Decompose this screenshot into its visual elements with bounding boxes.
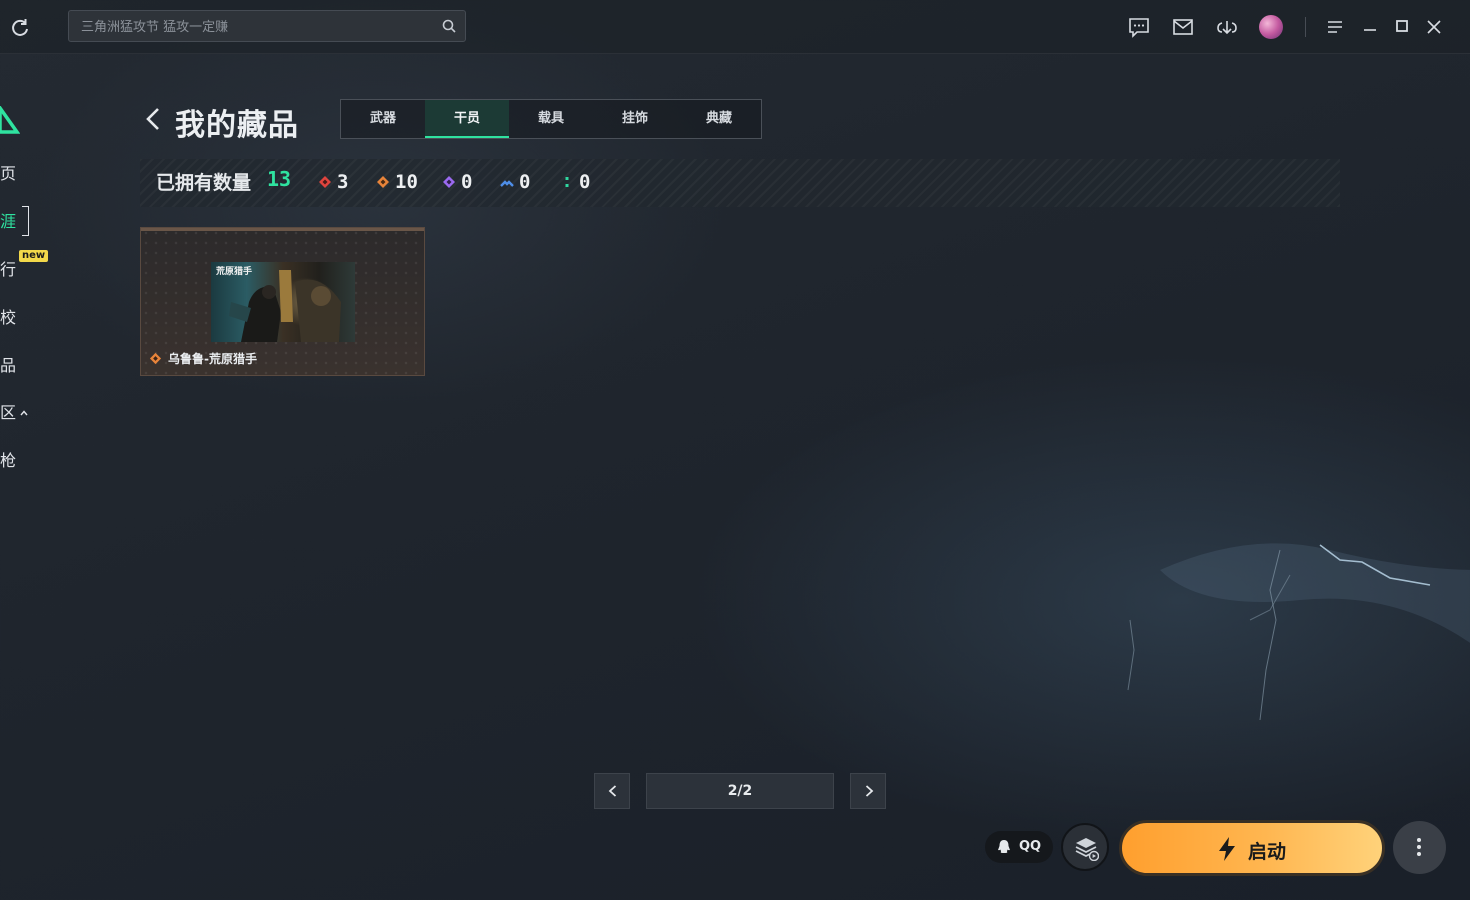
refresh-icon[interactable]	[10, 17, 30, 37]
sidebar-item-zone[interactable]: 区	[0, 403, 16, 423]
layers-icon	[1075, 838, 1099, 861]
download-icon[interactable]	[1216, 16, 1238, 38]
sidebar-item-career[interactable]: 涯	[0, 212, 16, 232]
tab-collectibles[interactable]: 典藏	[677, 100, 761, 138]
game-logo[interactable]	[0, 106, 20, 134]
sidebar-item-action[interactable]: 行	[0, 260, 16, 280]
lightning-icon	[1219, 837, 1235, 861]
tab-charms[interactable]: 挂饰	[593, 100, 677, 138]
lightning-background	[1127, 543, 1470, 721]
qq-label: QQ	[1019, 839, 1042, 854]
maximize-icon[interactable]	[1393, 18, 1411, 36]
tab-weapons[interactable]: 武器	[341, 100, 425, 138]
top-bar	[0, 0, 1470, 54]
new-badge: new	[19, 250, 49, 262]
card-rarity-strip	[141, 228, 424, 231]
launch-button[interactable]: 启动	[1119, 820, 1385, 876]
minimize-icon[interactable]	[1361, 18, 1379, 36]
sidebar-item-home[interactable]: 页	[0, 164, 16, 184]
search-input[interactable]	[79, 11, 433, 43]
triangle-blue-icon	[500, 180, 514, 187]
chevron-left-icon	[608, 785, 617, 797]
operator-figure	[229, 270, 341, 342]
avatar[interactable]	[1259, 15, 1283, 39]
diamond-red-icon	[319, 176, 331, 188]
qq-account-button[interactable]: QQ	[985, 831, 1053, 863]
owned-count-bar: 已拥有数量 13 3 10 0 0 0	[140, 159, 1340, 207]
tab-vehicles[interactable]: 载具	[509, 100, 593, 138]
card-footer: 乌鲁鲁-荒原猎手	[149, 350, 257, 367]
chat-icon[interactable]	[1128, 16, 1150, 38]
category-tabs: 武器 干员 载具 挂饰 典藏	[340, 99, 762, 139]
search-icon[interactable]	[442, 19, 456, 33]
next-page-button[interactable]	[850, 773, 886, 809]
more-vertical-icon	[1417, 838, 1421, 856]
diamond-orange-icon	[149, 352, 162, 365]
rarity-count-purple: 0	[442, 171, 472, 193]
toolbar-divider	[1305, 17, 1306, 37]
rarity-count-green: 0	[560, 171, 590, 193]
search-box[interactable]	[68, 10, 466, 43]
launch-label: 启动	[1248, 841, 1287, 863]
diamond-purple-icon	[443, 176, 455, 188]
operator-skin-image: 荒原猎手	[211, 262, 355, 342]
collection-card[interactable]: 荒原猎手 乌鲁鲁-荒原猎手	[140, 227, 425, 376]
prev-page-button[interactable]	[594, 773, 630, 809]
close-icon[interactable]	[1425, 18, 1443, 36]
chevron-right-icon	[865, 785, 874, 797]
sidebar-item-gun[interactable]: 枪	[0, 451, 16, 471]
menu-icon[interactable]	[1326, 18, 1344, 36]
sidebar-item-school[interactable]: 校	[0, 308, 16, 328]
rarity-count-orange: 10	[376, 171, 418, 193]
owned-count-label: 已拥有数量	[156, 172, 252, 194]
page-title: 我的藏品	[175, 108, 299, 143]
more-options-button[interactable]	[1393, 821, 1446, 874]
item-name: 乌鲁鲁-荒原猎手	[168, 352, 257, 366]
game-settings-button[interactable]	[1061, 823, 1109, 871]
chevron-up-icon[interactable]	[20, 409, 28, 417]
diamond-orange-icon	[377, 176, 389, 188]
rarity-count-blue: 0	[500, 171, 530, 193]
qq-penguin-icon	[998, 840, 1010, 853]
active-indicator	[22, 206, 29, 236]
sidebar-item-collection[interactable]: 品	[0, 356, 16, 376]
rarity-count-red: 3	[318, 171, 348, 193]
tab-operators[interactable]: 干员	[425, 100, 509, 138]
mail-icon[interactable]	[1172, 16, 1194, 38]
owned-count-total: 13	[267, 167, 292, 191]
dots-green-icon	[565, 177, 569, 187]
back-arrow-icon[interactable]	[144, 106, 162, 132]
page-indicator: 2/2	[646, 773, 834, 809]
